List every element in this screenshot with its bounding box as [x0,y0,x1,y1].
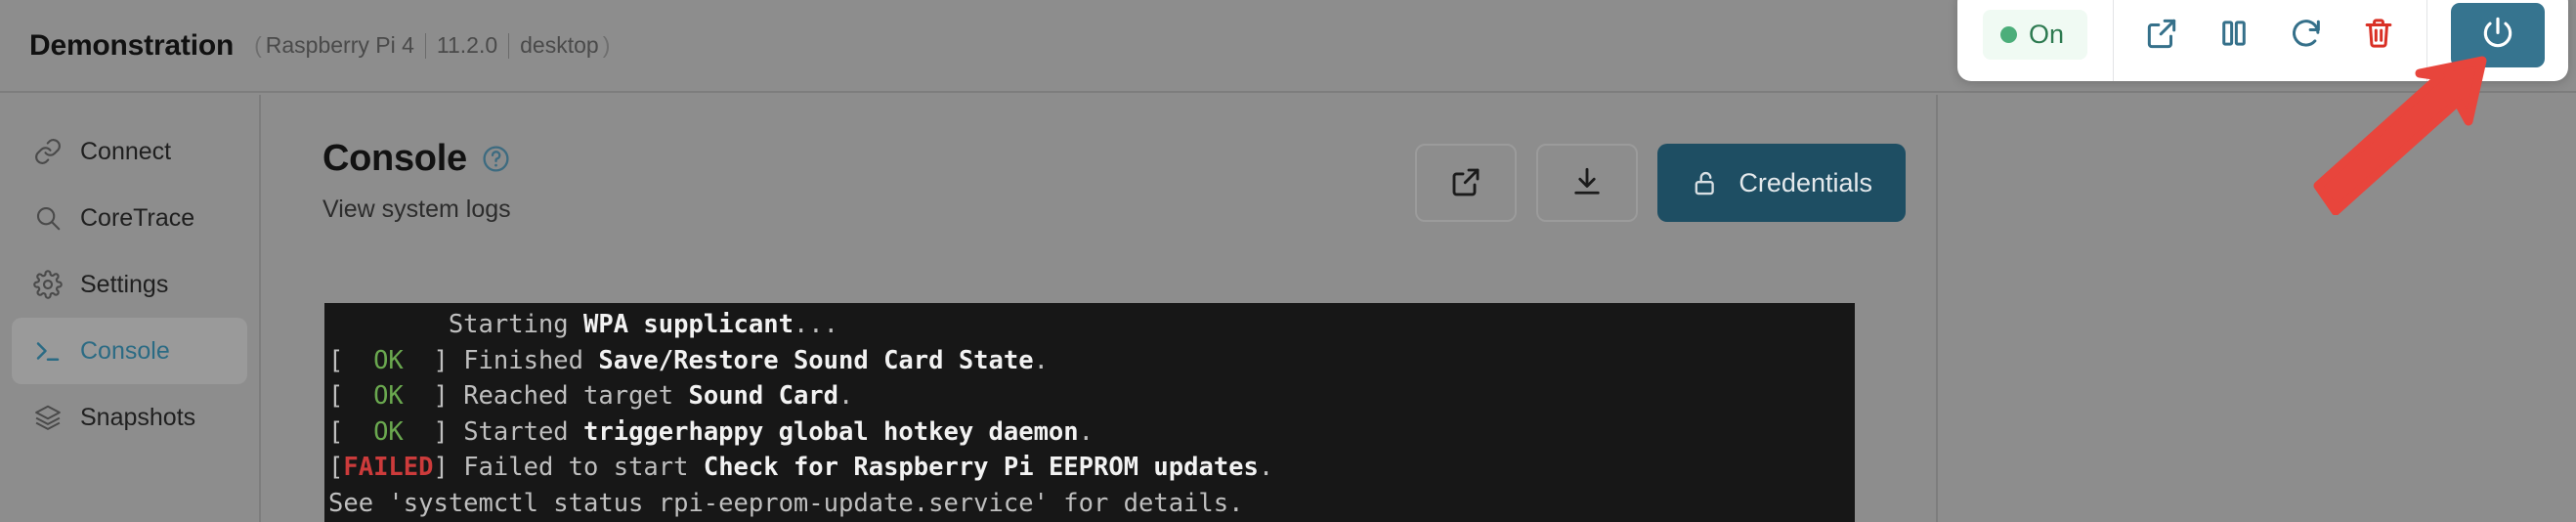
device-toolbar: On [1956,0,2568,81]
page-header: Console View system logs Credentials [322,138,1906,224]
external-link-icon [1448,164,1483,202]
console-log-line: Starting WPA supplicant... [328,310,838,339]
meta-separator-2 [508,32,510,59]
help-circle-icon[interactable] [481,144,511,174]
gear-icon [33,270,63,299]
device-model: Raspberry Pi 4 [265,32,414,58]
app-title: Demonstration [29,28,235,62]
restart-button[interactable] [2270,0,2342,71]
meta-open-paren: ( [254,32,262,58]
credentials-button-label: Credentials [1739,167,1872,197]
sidebar-item-label: Console [80,336,170,365]
sidebar-item-label: Connect [80,137,172,165]
sidebar-item-label: Snapshots [80,403,196,431]
sidebar-item-connect[interactable]: Connect [12,118,247,185]
console-log-panel[interactable]: Starting WPA supplicant... [ OK ] Finishe… [324,303,1855,522]
delete-icon [2360,15,2397,55]
link-icon [33,137,63,166]
status-dot-icon [1999,26,2017,43]
sidebar-item-settings[interactable]: Settings [12,251,247,318]
sidebar-item-label: CoreTrace [80,203,195,232]
download-icon [1569,164,1605,202]
page-subtitle: View system logs [322,196,511,223]
os-version: 11.2.0 [436,32,498,58]
console-log-line: [ OK ] Finished Save/Restore Sound Card … [328,345,1049,375]
unlock-icon [1691,168,1721,198]
console-log-line: [ OK ] Reached target Sound Card. [328,381,854,411]
content-right-divider [1936,95,1938,522]
status-badge: On [1982,10,2087,60]
open-external-button[interactable] [1415,144,1518,222]
console-status-tag: FAILED [343,453,434,482]
console-status-tag: OK [343,345,434,375]
page-heading-block: Console View system logs [322,138,511,224]
meta-separator-1 [424,32,426,59]
sidebar-item-coretrace[interactable]: CoreTrace [12,185,247,251]
console-log-line: [FAILED] Failed to start Check for Raspb… [328,453,1274,482]
status-label: On [2028,20,2064,49]
toolbar-icon-group [2114,0,2426,71]
search-icon [33,203,63,233]
power-section [2427,0,2568,81]
status-section: On [1957,0,2113,81]
delete-button[interactable] [2342,0,2415,71]
console-status-tag: OK [343,381,434,411]
power-icon [2478,14,2517,56]
console-log-line: See 'systemctl status rpi-eeprom-update.… [328,488,1244,518]
external-link-icon [2143,15,2180,55]
page-title: Console [322,138,467,179]
credentials-button[interactable]: Credentials [1657,144,1906,222]
device-variant: desktop [520,32,599,58]
terminal-icon [33,336,63,366]
layers-icon [33,403,63,432]
sidebar-item-console[interactable]: Console [12,318,247,384]
pause-button[interactable] [2198,0,2270,71]
pause-icon [2215,15,2253,55]
console-status-tag: OK [343,416,434,447]
sidebar-item-label: Settings [80,270,169,298]
sidebar: Connect CoreTrace Settings Console Snaps… [0,95,261,522]
device-meta: ( Raspberry Pi 4 11.2.0 desktop ) [250,32,614,59]
external-link-button[interactable] [2125,0,2198,71]
sidebar-item-snapshots[interactable]: Snapshots [12,384,247,451]
page-actions: Credentials [1415,144,1906,222]
page-title-row: Console [322,138,511,180]
meta-close-paren: ) [602,32,611,58]
restart-icon [2288,15,2325,55]
download-logs-button[interactable] [1536,144,1639,222]
power-button[interactable] [2451,2,2545,67]
console-log-line: [ OK ] Started triggerhappy global hotke… [328,416,1095,447]
app-root: Demonstration ( Raspberry Pi 4 11.2.0 de… [0,0,2576,522]
